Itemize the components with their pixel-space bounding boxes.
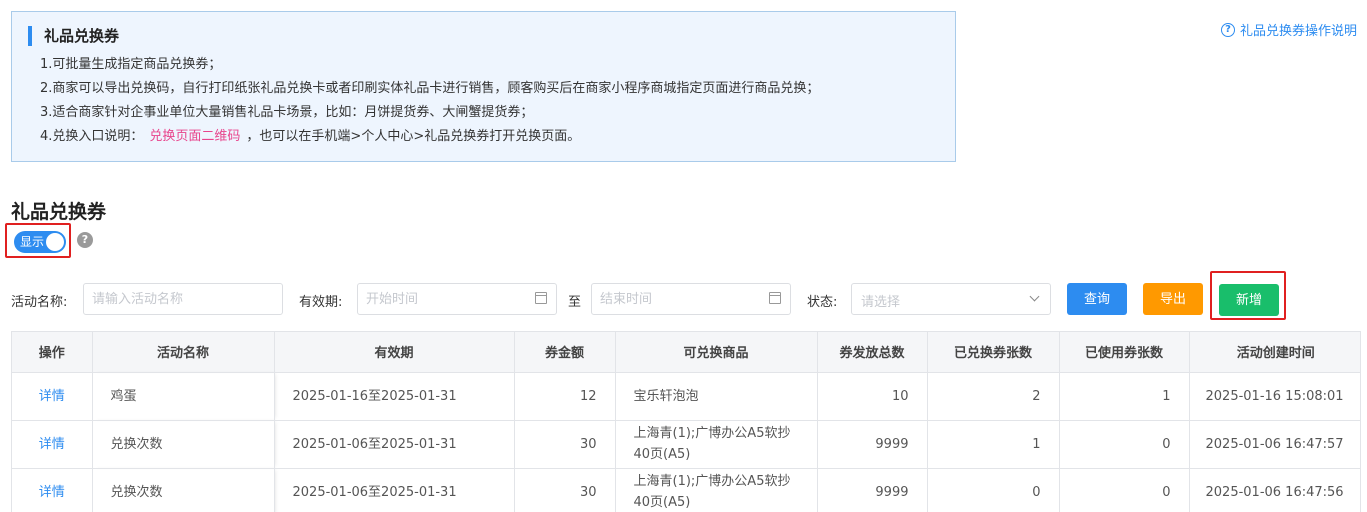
operation-guide-label: 礼品兑换券操作说明	[1239, 24, 1357, 39]
question-circle-icon: ?	[1220, 22, 1235, 37]
cell-validity: 2025-01-06至2025-01-31	[274, 468, 515, 512]
cell-redeemed: 1	[927, 420, 1060, 469]
notice-line-4: 4.兑换入口说明： 兑换页面二维码 ，也可以在手机端>个人中心>礼品兑换券打开兑换页…	[40, 128, 580, 146]
help-icon[interactable]: ?	[77, 232, 93, 248]
cell-amount: 12	[514, 372, 616, 421]
col-header-redeemed: 已兑换券张数	[927, 332, 1060, 373]
status-select-placeholder: 请选择	[861, 295, 901, 310]
cell-created: 2025-01-06 16:47:57	[1189, 420, 1360, 469]
cell-name: 兑换次数	[92, 420, 275, 469]
col-header-name: 活动名称	[92, 332, 275, 373]
toggle-highlight: 显示	[5, 223, 71, 258]
toggle-knob	[46, 233, 64, 251]
col-header-validity: 有效期	[274, 332, 515, 373]
qrcode-link[interactable]: 兑换页面二维码	[149, 129, 240, 144]
notice-line-1: 1.可批量生成指定商品兑换券；	[40, 57, 222, 72]
calendar-icon	[769, 292, 781, 304]
notice-line-2: 2.商家可以导出兑换码，自行打印纸张礼品兑换卡或者印刷实体礼品卡进行销售，顾客购…	[40, 81, 820, 96]
col-header-action: 操作	[12, 332, 93, 373]
validity-label: 有效期:	[299, 295, 343, 310]
operation-guide-link[interactable]: ? 礼品兑换券操作说明	[1220, 20, 1357, 39]
cell-name: 鸡蛋	[92, 372, 275, 421]
notice-line-4-suffix: ，也可以在手机端>个人中心>礼品兑换券打开兑换页面。	[246, 129, 581, 144]
cell-redeemed: 0	[927, 468, 1060, 512]
coupon-table: 操作 活动名称 有效期 券金额 可兑换商品 券发放总数 已兑换券张数 已使用券张…	[11, 331, 1361, 512]
notice-panel: 礼品兑换券 1.可批量生成指定商品兑换券； 2.商家可以导出兑换码，自行打印纸张…	[11, 11, 956, 162]
col-header-goods: 可兑换商品	[615, 332, 818, 373]
cell-created: 2025-01-16 15:08:01	[1189, 372, 1360, 421]
cell-amount: 30	[514, 420, 616, 469]
cell-goods: 宝乐轩泡泡	[615, 372, 818, 421]
cell-used: 0	[1059, 420, 1190, 469]
query-button[interactable]: 查询	[1067, 283, 1127, 315]
col-header-created: 活动创建时间	[1189, 332, 1360, 373]
toggle-label: 显示	[20, 235, 45, 249]
notice-title: 礼品兑换券	[28, 26, 119, 46]
start-date-input[interactable]	[357, 283, 557, 315]
cell-name: 兑换次数	[92, 468, 275, 512]
add-button[interactable]: 新增	[1219, 284, 1279, 316]
table-header-row: 操作 活动名称 有效期 券金额 可兑换商品 券发放总数 已兑换券张数 已使用券张…	[12, 332, 1360, 373]
detail-link[interactable]: 详情	[12, 468, 93, 512]
page-title: 礼品兑换券	[11, 201, 107, 223]
col-header-issued: 券发放总数	[817, 332, 928, 373]
cell-amount: 30	[514, 468, 616, 512]
col-header-amount: 券金额	[514, 332, 616, 373]
status-label: 状态:	[807, 295, 838, 310]
display-toggle[interactable]: 显示	[14, 231, 66, 253]
table-row: 详情 鸡蛋 2025-01-16至2025-01-31 12 宝乐轩泡泡 10 …	[12, 372, 1360, 421]
cell-redeemed: 2	[927, 372, 1060, 421]
cell-goods: 上海青(1);广博办公A5软抄40页(A5)	[615, 468, 818, 512]
export-button[interactable]: 导出	[1143, 283, 1203, 315]
cell-created: 2025-01-06 16:47:56	[1189, 468, 1360, 512]
date-range-separator: 至	[568, 295, 582, 310]
notice-line-4-prefix: 4.兑换入口说明：	[40, 129, 144, 144]
end-date-input[interactable]	[591, 283, 791, 315]
cell-used: 1	[1059, 372, 1190, 421]
detail-link[interactable]: 详情	[12, 420, 93, 469]
notice-line-3: 3.适合商家针对企事业单位大量销售礼品卡场景，比如：月饼提货券、大闸蟹提货券；	[40, 105, 534, 120]
col-header-used: 已使用券张数	[1059, 332, 1190, 373]
activity-name-input[interactable]	[83, 283, 283, 315]
cell-validity: 2025-01-06至2025-01-31	[274, 420, 515, 469]
cell-goods: 上海青(1);广博办公A5软抄40页(A5)	[615, 420, 818, 469]
cell-issued: 10	[817, 372, 928, 421]
cell-issued: 9999	[817, 468, 928, 512]
cell-validity: 2025-01-16至2025-01-31	[274, 372, 515, 421]
activity-name-label: 活动名称:	[11, 295, 68, 310]
cell-used: 0	[1059, 468, 1190, 512]
cell-issued: 9999	[817, 420, 928, 469]
table-row: 详情 兑换次数 2025-01-06至2025-01-31 30 上海青(1);…	[12, 420, 1360, 469]
detail-link[interactable]: 详情	[12, 372, 93, 421]
calendar-icon	[535, 292, 547, 304]
table-row: 详情 兑换次数 2025-01-06至2025-01-31 30 上海青(1);…	[12, 468, 1360, 512]
